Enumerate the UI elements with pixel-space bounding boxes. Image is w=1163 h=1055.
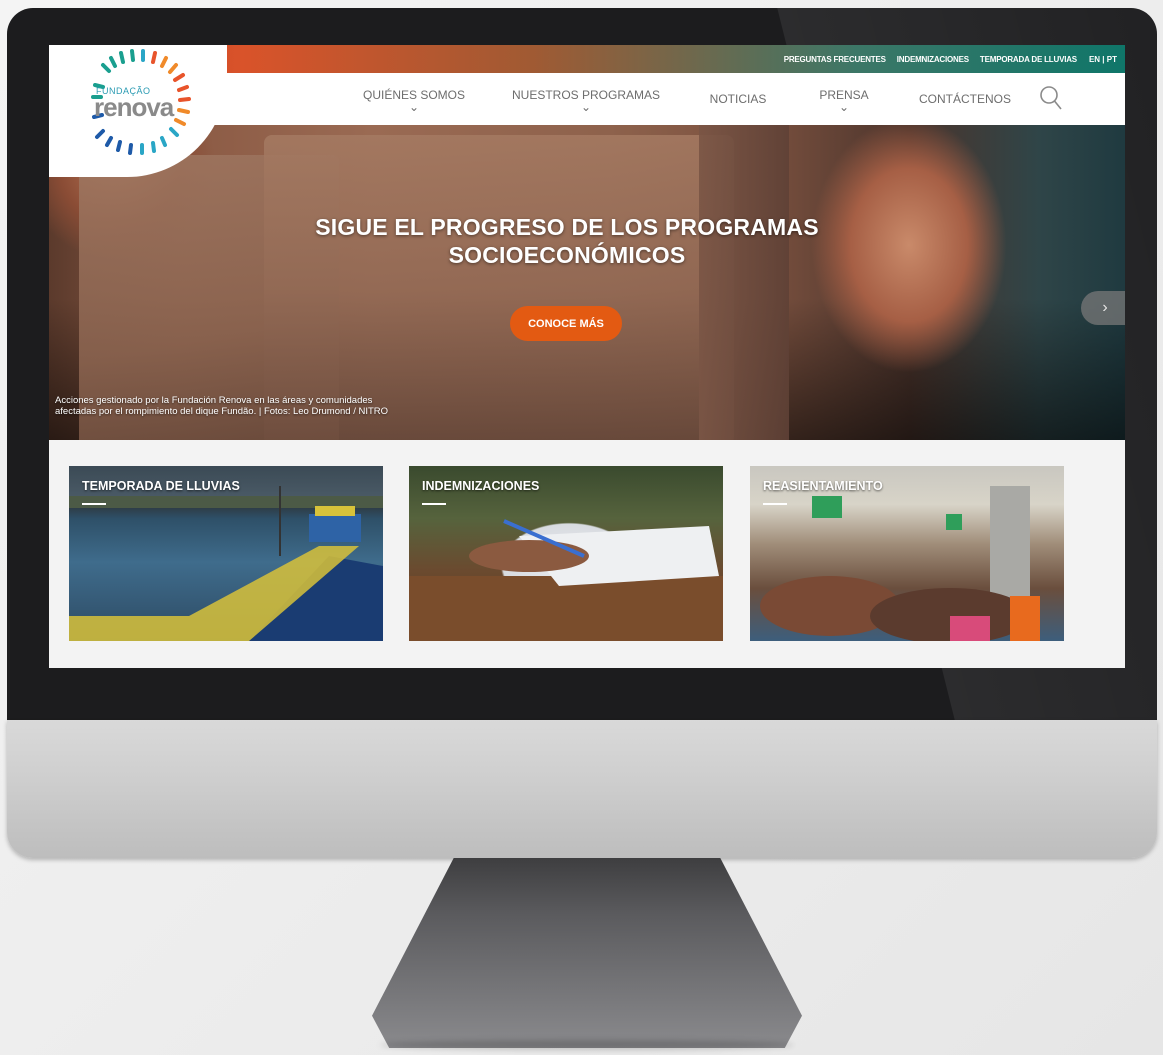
card-underline [763,503,787,505]
chevron-down-icon: ⌄ [838,99,850,114]
nav-item-noticias[interactable]: NOTICIAS [703,73,773,125]
nav-item-contactenos[interactable]: CONTÁCTENOS [915,73,1015,125]
card-indemnizaciones[interactable]: INDEMNIZACIONES [409,466,723,641]
hero-title-line: SIGUE EL PROGRESO DE LOS PROGRAMAS [315,214,819,240]
top-link-indemnizaciones[interactable]: INDEMNIZACIONES [897,55,969,64]
language-switcher: EN | PT [1089,55,1117,64]
card-title: TEMPORADA DE LLUVIAS [82,479,240,493]
nav-label: CONTÁCTENOS [918,91,1011,106]
hero-caption: Acciones gestionado por la Fundación Ren… [55,395,475,417]
nav-item-prensa[interactable]: PRENSA ⌄ [814,73,874,125]
chevron-right-icon: › [1102,299,1108,316]
monitor-chin [7,720,1157,858]
nav-label: NOTICIAS [709,91,767,106]
caption-line: afectadas por el rompimiento del dique F… [55,406,389,417]
slider-next-button[interactable]: › [1081,291,1125,325]
hero-photo-hand [699,125,789,440]
lang-pt[interactable]: PT [1107,55,1117,64]
chevron-down-icon: ⌄ [580,99,592,114]
card-title: INDEMNIZACIONES [422,479,540,493]
logo[interactable]: FUNDAÇÃO renova [49,45,227,177]
stand-shadow [380,1040,794,1050]
top-link-temporada-de-lluvias[interactable]: TEMPORADA DE LLUVIAS [980,55,1077,64]
logo-text: renova [94,92,174,122]
nav-item-nuestros-programas[interactable]: NUESTROS PROGRAMAS ⌄ [512,73,660,125]
lang-separator: | [1100,54,1107,64]
card-reasentamiento[interactable]: REASIENTAMIENTO [750,466,1064,641]
hero-title: SIGUE EL PROGRESO DE LOS PROGRAMAS SOCIO… [49,213,1085,269]
card-temporada-de-lluvias[interactable]: TEMPORADA DE LLUVIAS [69,466,383,641]
card-underline [82,503,106,505]
top-link-preguntas-frecuentes[interactable]: PREGUNTAS FRECUENTES [784,55,886,64]
nav-item-quienes-somos[interactable]: QUIÉNES SOMOS ⌄ [363,73,465,125]
caption-line: Acciones gestionado por la Fundación Ren… [55,395,373,406]
website-screen: PREGUNTAS FRECUENTES INDEMNIZACIONES TEM… [49,45,1125,668]
chevron-down-icon: ⌄ [408,99,420,114]
card-underline [422,503,446,505]
conoce-mas-button[interactable]: CONOCE MÁS [510,306,622,341]
search-icon[interactable] [1039,85,1063,111]
top-links: PREGUNTAS FRECUENTES INDEMNIZACIONES TEM… [773,45,1117,73]
lang-en[interactable]: EN [1089,55,1100,64]
card-title: REASIENTAMIENTO [763,479,883,493]
hero-title-line: SOCIOECONÓMICOS [448,242,686,268]
monitor-stand [372,858,802,1048]
